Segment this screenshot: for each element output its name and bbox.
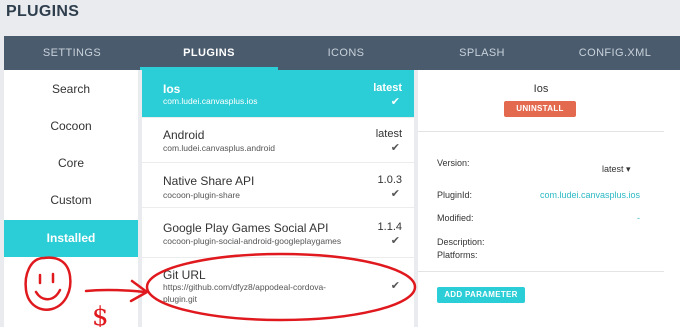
plugin-id-label: PluginId: bbox=[437, 190, 473, 200]
add-parameter-button[interactable]: ADD PARAMETER bbox=[437, 287, 525, 303]
plugin-item-android[interactable]: Android com.ludei.canvasplus.android lat… bbox=[142, 117, 414, 163]
plugin-name: Git URL bbox=[163, 268, 206, 282]
plugin-id-continued: plugin.git bbox=[163, 294, 198, 304]
check-icon: ✔ bbox=[390, 142, 400, 154]
tab-splash[interactable]: SPLASH bbox=[414, 36, 550, 70]
plugin-id: cocoon-plugin-share bbox=[163, 190, 241, 200]
uninstall-button[interactable]: UNINSTALL bbox=[504, 101, 576, 117]
divider bbox=[418, 131, 664, 132]
plugin-version: - bbox=[398, 266, 402, 278]
plugin-name: Native Share API bbox=[163, 174, 255, 188]
plugin-item-ios[interactable]: Ios com.ludei.canvasplus.ios latest ✔ bbox=[142, 70, 414, 118]
tab-icons[interactable]: ICONS bbox=[278, 36, 414, 70]
plugin-item-git-url[interactable]: Git URL https://github.com/dfyz8/appodea… bbox=[142, 257, 414, 317]
check-icon: ✔ bbox=[390, 235, 400, 247]
sidebar-item-custom[interactable]: Custom bbox=[4, 182, 138, 219]
sidebar-item-core[interactable]: Core bbox=[4, 145, 138, 182]
platforms-label: Platforms: bbox=[437, 250, 478, 260]
plugin-id-value: com.ludei.canvasplus.ios bbox=[539, 190, 640, 200]
version-select[interactable]: latest ▾ bbox=[602, 164, 631, 175]
tab-settings[interactable]: SETTINGS bbox=[4, 36, 140, 70]
plugin-id: https://github.com/dfyz8/appodeal-cordov… bbox=[163, 282, 327, 292]
check-icon: ✔ bbox=[390, 96, 400, 108]
sidebar-item-search[interactable]: Search bbox=[4, 71, 138, 108]
divider bbox=[418, 271, 664, 272]
plugin-name: Android bbox=[163, 128, 205, 142]
version-label: Version: bbox=[437, 158, 470, 168]
plugin-id: com.ludei.canvasplus.ios bbox=[163, 96, 258, 106]
modified-value: - bbox=[637, 213, 640, 223]
plugin-version: 1.0.3 bbox=[377, 174, 402, 186]
plugin-id: com.ludei.canvasplus.android bbox=[163, 143, 275, 153]
tab-config-xml[interactable]: CONFIG.XML bbox=[550, 36, 680, 70]
plugin-name: Ios bbox=[163, 82, 181, 96]
sidebar: Search Cocoon Core Custom Installed bbox=[4, 70, 138, 327]
plugin-item-native-share[interactable]: Native Share API cocoon-plugin-share 1.0… bbox=[142, 162, 414, 208]
plugin-name: Google Play Games Social API bbox=[163, 221, 329, 235]
check-icon: ✔ bbox=[390, 280, 400, 292]
description-label: Description: bbox=[437, 237, 485, 247]
page-title: PLUGINS bbox=[6, 3, 80, 20]
plugin-id: cocoon-plugin-social-android-googleplayg… bbox=[163, 236, 342, 246]
plugin-version: 1.1.4 bbox=[377, 221, 402, 233]
tab-bar: SETTINGS PLUGINS ICONS SPLASH CONFIG.XML bbox=[4, 36, 680, 70]
plugin-version: latest bbox=[375, 128, 402, 140]
tab-plugins[interactable]: PLUGINS bbox=[140, 36, 278, 70]
plugin-item-google-play-games[interactable]: Google Play Games Social API cocoon-plug… bbox=[142, 207, 414, 258]
plugin-list: Ios com.ludei.canvasplus.ios latest ✔ An… bbox=[142, 70, 414, 327]
modified-label: Modified: bbox=[437, 213, 474, 223]
plugin-version: latest bbox=[373, 82, 402, 94]
detail-title: Ios bbox=[533, 83, 549, 95]
check-icon: ✔ bbox=[390, 188, 400, 200]
sidebar-item-installed[interactable]: Installed bbox=[4, 220, 138, 257]
sidebar-item-cocoon[interactable]: Cocoon bbox=[4, 108, 138, 145]
plugin-detail-panel: Ios UNINSTALL Version: latest ▾ PluginId… bbox=[418, 70, 680, 327]
